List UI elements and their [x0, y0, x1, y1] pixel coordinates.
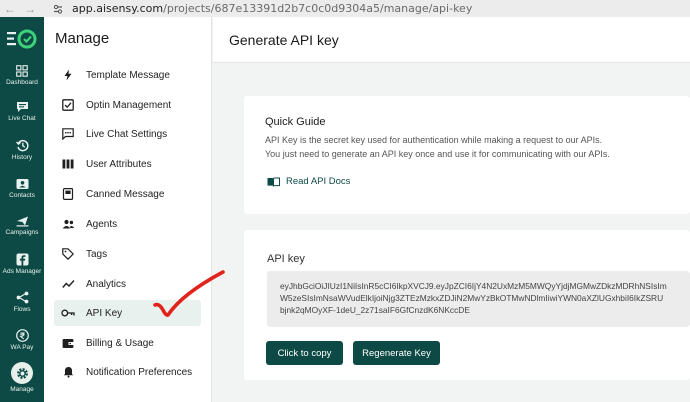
quick-guide-line: You just need to generate an API key onc… — [265, 149, 610, 159]
aisensy-logo — [7, 29, 37, 49]
agents-icon — [62, 219, 74, 229]
analytics-icon — [61, 280, 75, 288]
sidebar-item-label: Billing & Usage — [86, 337, 154, 349]
sidebar-item-label: Canned Message — [86, 188, 165, 200]
facebook-icon — [16, 253, 28, 266]
quick-guide-description: API Key is the secret key used for authe… — [265, 133, 610, 161]
sidebar-item-canned-message[interactable]: Canned Message — [54, 181, 201, 207]
rail-label: History — [11, 154, 33, 161]
chat-settings-icon — [62, 128, 74, 140]
tag-icon — [62, 248, 74, 260]
api-key-line: bjnk2qMOyXF-1deU_2z71saIF6GfCnzdK6NKccDE — [280, 305, 470, 315]
contacts-icon — [16, 179, 28, 189]
forward-icon[interactable]: → — [20, 2, 40, 16]
checkmark-annotation — [153, 270, 225, 317]
sidebar-item-label: Analytics — [86, 278, 127, 290]
sidebar-item-tags[interactable]: Tags — [54, 241, 201, 267]
sidebar-item-label: API Key — [86, 307, 123, 319]
rail-item-contacts[interactable]: Contacts — [0, 178, 44, 199]
page-header: Generate API key — [213, 17, 690, 63]
rail-label: Manage — [10, 386, 34, 393]
sidebar-item-label: Optin Management — [86, 99, 172, 111]
columns-icon — [62, 159, 74, 169]
quick-guide-title: Quick Guide — [265, 116, 326, 128]
api-key-line: eyJhbGciOiJIUzI1NiIsInR5cCI6IkpXVCJ9.eyJ… — [280, 281, 667, 291]
sidebar-item-agents[interactable]: Agents — [54, 211, 201, 237]
back-icon[interactable]: ← — [0, 2, 20, 16]
regenerate-key-button[interactable]: Regenerate Key — [353, 341, 440, 365]
quick-guide-line: API Key is the secret key used for authe… — [265, 135, 603, 145]
rail-label: Ads Manager — [2, 268, 42, 275]
sidebar-item-billing-usage[interactable]: Billing & Usage — [54, 330, 201, 356]
rail-label: Contacts — [9, 192, 35, 199]
checkbox-icon — [62, 99, 74, 111]
rail-item-campaigns[interactable]: Campaigns — [0, 215, 44, 236]
sidebar-item-label: Agents — [86, 218, 118, 230]
rail-item-flows[interactable]: Flows — [0, 291, 44, 313]
rail-active-indicator — [11, 362, 33, 384]
campaigns-icon — [16, 216, 28, 227]
rail-label: WA Pay — [10, 344, 34, 351]
sidebar-item-live-chat-settings[interactable]: Live Chat Settings — [54, 121, 201, 147]
rail-item-ads-manager[interactable]: Ads Manager — [0, 253, 44, 275]
sidebar-item-label: Tags — [86, 248, 108, 260]
copy-key-button[interactable]: Click to copy — [266, 341, 343, 365]
sidebar-title: Manage — [55, 30, 110, 47]
api-key-value-box[interactable]: eyJhbGciOiJIUzI1NiIsInR5cCI6IkpXVCJ9.eyJ… — [267, 271, 690, 327]
document-icon — [62, 188, 74, 200]
rail-item-dashboard[interactable]: Dashboard — [0, 65, 44, 86]
manage-sidebar: Manage Template Message Optin Management… — [44, 17, 212, 402]
chat-icon — [16, 102, 28, 112]
book-icon — [267, 177, 280, 187]
rail-item-wa-pay[interactable]: WA Pay — [0, 329, 44, 351]
rail-label: Flows — [13, 306, 31, 313]
sidebar-item-notification-preferences[interactable]: Notification Preferences — [54, 359, 201, 385]
api-key-line: W5zeSIsImNsaWVudElkIjoiNjg3ZTEzMzkxZDJiN… — [280, 293, 664, 303]
sidebar-item-label: Live Chat Settings — [86, 128, 168, 140]
wallet-icon — [62, 338, 74, 348]
sidebar-item-optin-management[interactable]: Optin Management — [54, 92, 201, 118]
quick-guide-card: Quick Guide API Key is the secret key us… — [244, 96, 690, 214]
rupee-icon — [15, 329, 29, 342]
api-key-card: API key eyJhbGciOiJIUzI1NiIsInR5cCI6IkpX… — [244, 230, 690, 380]
rail-label: Campaigns — [5, 229, 39, 236]
lightning-icon — [64, 69, 72, 81]
read-api-docs-link[interactable]: Read API Docs — [267, 176, 350, 187]
bell-icon — [63, 367, 73, 378]
gear-icon — [16, 367, 28, 379]
url-text[interactable]: app.aisensy.com/projects/687e13391d2b7c0… — [72, 2, 472, 15]
rail-label: Live Chat — [8, 115, 36, 122]
read-api-docs-label: Read API Docs — [286, 176, 351, 187]
sidebar-item-user-attributes[interactable]: User Attributes — [54, 151, 201, 177]
rail-item-manage[interactable]: Manage — [0, 362, 44, 393]
rail-item-history[interactable]: History — [0, 139, 44, 161]
browser-url-bar: ← → app.aisensy.com/projects/687e13391d2… — [0, 0, 690, 17]
sidebar-item-label: Notification Preferences — [86, 366, 193, 378]
history-icon — [15, 139, 29, 152]
key-icon — [61, 309, 75, 317]
page-title: Generate API key — [229, 32, 339, 48]
sidebar-item-label: User Attributes — [86, 158, 152, 170]
rail-label: Dashboard — [6, 79, 38, 86]
dashboard-icon — [16, 65, 28, 77]
icon-rail: Dashboard Live Chat History Contacts Cam… — [0, 17, 44, 402]
site-settings-icon[interactable] — [52, 3, 64, 15]
rail-item-live-chat[interactable]: Live Chat — [0, 101, 44, 122]
sidebar-item-template-message[interactable]: Template Message — [54, 62, 201, 88]
api-key-label: API key — [267, 253, 305, 265]
flows-icon — [16, 291, 28, 304]
sidebar-item-label: Template Message — [86, 69, 170, 81]
